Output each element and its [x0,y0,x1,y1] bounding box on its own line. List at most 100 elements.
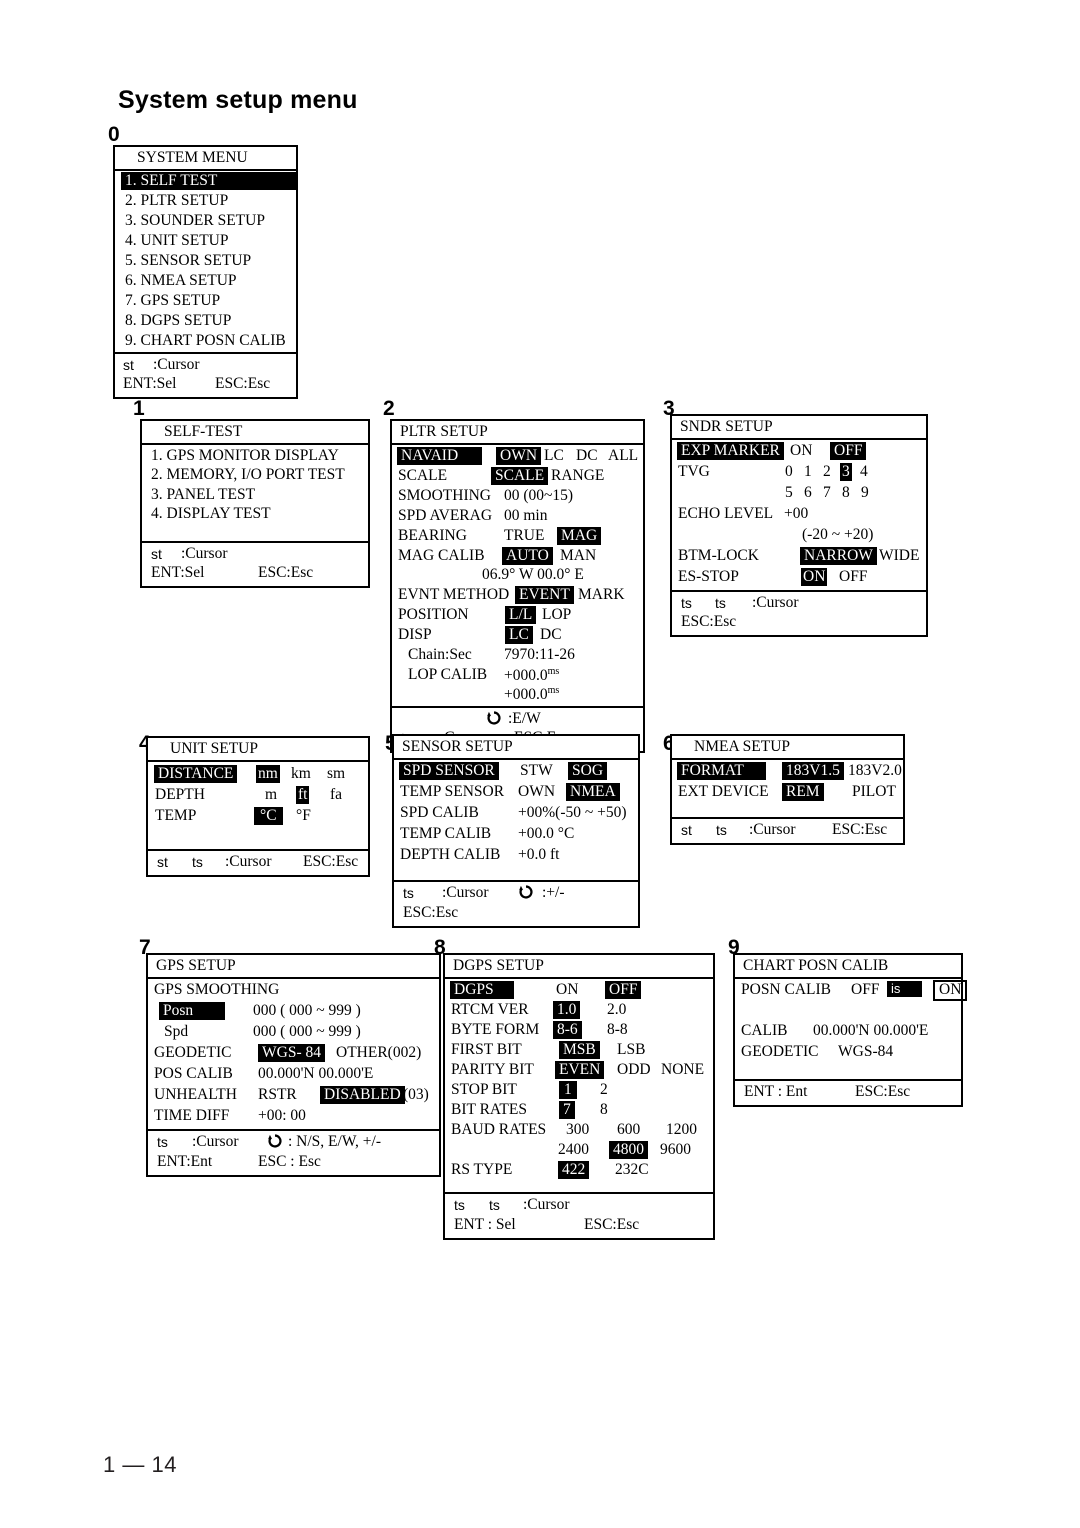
baud-rates-option-1200[interactable]: 1200 [666,1121,697,1138]
unhealth-option-disabled[interactable]: DISABLED [320,1085,405,1104]
row-tvg[interactable]: TVG 0 1 2 3 4 [672,462,926,483]
stop-bit-option-2[interactable]: 2 [600,1081,608,1098]
self-test-item-memory-io[interactable]: 2. MEMORY, I/O PORT TEST [142,466,368,486]
distance-option-sm[interactable]: sm [327,765,345,782]
row-echo-level[interactable]: ECHO LEVEL +00 [672,504,926,525]
disp-option-lc[interactable]: LC [505,625,533,644]
temp-sensor-option-nmea[interactable]: NMEA [566,782,620,801]
row-lop-calib[interactable]: LOP CALIB +000.0ms [392,665,643,685]
tvg-option-9[interactable]: 9 [861,484,869,501]
btm-lock-option-narrow[interactable]: NARROW [800,546,877,565]
row-baud-rates[interactable]: BAUD RATES 300 600 1200 [445,1120,713,1140]
mag-calib-option-auto[interactable]: AUTO [502,546,553,565]
tvg-option-0[interactable]: 0 [785,463,793,480]
baud-rates-option-300[interactable]: 300 [566,1121,589,1138]
ext-device-option-pilot[interactable]: PILOT [852,783,896,800]
tvg-option-7[interactable]: 7 [823,484,831,501]
navaid-option-own[interactable]: OWN [496,446,542,465]
row-rs-type[interactable]: RS TYPE 422 232C [445,1160,713,1180]
row-temp-sensor[interactable]: TEMP SENSOR OWN NMEA [394,782,638,803]
parity-bit-option-none[interactable]: NONE [661,1061,704,1078]
row-depth-calib[interactable]: DEPTH CALIB +0.0 ft [394,845,638,866]
position-option-ll[interactable]: L/L [505,605,537,624]
menu-item-dgps-setup[interactable]: 8. DGPS SETUP [115,311,296,331]
row-unhealth[interactable]: UNHEALTH RSTR DISABLED (03) [148,1085,439,1106]
format-option-183v20[interactable]: 183V2.0 [848,762,902,779]
spd-sensor-option-stw[interactable]: STW [520,762,553,779]
row-exp-marker[interactable]: EXP MARKER ON OFF [672,441,926,462]
first-bit-option-msb[interactable]: MSB [559,1040,600,1059]
posn-calib-option-off[interactable]: OFF [851,981,879,998]
row-time-diff[interactable]: TIME DIFF +00: 00 [148,1106,439,1127]
row-first-bit[interactable]: FIRST BIT MSB LSB [445,1040,713,1060]
disp-option-dc[interactable]: DC [540,626,562,643]
row-evnt-method[interactable]: EVNT METHOD EVENT MARK [392,585,643,605]
tvg-option-3[interactable]: 3 [840,462,852,481]
evnt-method-option-event[interactable]: EVENT [515,585,574,604]
row-posn-calib[interactable]: POSN CALIB OFF is ON [735,979,968,1003]
row-baud-rates-2[interactable]: 2400 4800 9600 [445,1140,713,1160]
first-bit-option-lsb[interactable]: LSB [617,1041,645,1058]
geodetic-option-wgs84[interactable]: WGS- 84 [258,1043,325,1062]
menu-item-self-test[interactable]: 1. SELF TEST [115,171,298,191]
row-rtcm-ver[interactable]: RTCM VER 1.0 2.0 [445,1000,713,1020]
exp-marker-option-on[interactable]: ON [790,442,812,459]
row-navaid[interactable]: NAVAID OWN LC DC ALL [392,446,643,466]
menu-item-unit-setup[interactable]: 4. UNIT SETUP [115,231,296,251]
row-dgps[interactable]: DGPS ON OFF [445,980,713,1000]
rtcm-ver-option-20[interactable]: 2.0 [607,1001,626,1018]
row-spd[interactable]: Spd 000 ( 000 ~ 999 ) [148,1022,439,1043]
row-position[interactable]: POSITION L/L LOP [392,605,643,625]
ext-device-option-rem[interactable]: REM [782,782,824,801]
tvg-option-8[interactable]: 8 [842,484,850,501]
row-temp-calib[interactable]: TEMP CALIB +00.0 °C [394,824,638,845]
rs-type-option-232c[interactable]: 232C [615,1161,649,1178]
row-disp[interactable]: DISP LC DC [392,625,643,645]
row-spd-sensor[interactable]: SPD SENSOR STW SOG [394,761,638,782]
scale-option-scale[interactable]: SCALE [491,466,549,485]
temp-option-fahrenheit[interactable]: °F [296,807,311,824]
row-temp[interactable]: TEMP °C °F [148,806,368,827]
unhealth-option-rstr[interactable]: RSTR [258,1086,297,1103]
depth-option-fa[interactable]: fa [330,786,342,803]
row-parity-bit[interactable]: PARITY BIT EVEN ODD NONE [445,1060,713,1080]
bit-rates-option-7[interactable]: 7 [559,1100,575,1119]
row-tvg-2[interactable]: 5 6 7 8 9 [672,483,926,504]
temp-option-celsius[interactable]: °C [254,806,283,825]
bit-rates-option-8[interactable]: 8 [600,1101,608,1118]
tvg-option-4[interactable]: 4 [860,463,868,480]
scale-option-range[interactable]: RANGE [551,467,604,484]
baud-rates-option-600[interactable]: 600 [617,1121,640,1138]
baud-rates-option-4800[interactable]: 4800 [609,1140,648,1159]
row-smoothing[interactable]: SMOOTHING 00 (00~15) [392,486,643,506]
row-depth[interactable]: DEPTH m ft fa [148,785,368,806]
row-spd-averag[interactable]: SPD AVERAG 00 min [392,506,643,526]
row-spd-calib[interactable]: SPD CALIB +00%(-50 ~ +50) [394,803,638,824]
row-mag-calib[interactable]: MAG CALIB AUTO MAN [392,546,643,566]
self-test-item-panel-test[interactable]: 3. PANEL TEST [142,486,368,506]
menu-item-gps-setup[interactable]: 7. GPS SETUP [115,291,296,311]
row-byte-form[interactable]: BYTE FORM 8-6 8-8 [445,1020,713,1040]
posn-calib-option-on[interactable]: ON [933,979,968,1001]
row-ext-device[interactable]: EXT DEVICE REM PILOT [672,782,903,803]
parity-bit-option-even[interactable]: EVEN [555,1060,605,1079]
row-calib[interactable]: CALIB 00.000'N 00.000'E [735,1021,961,1042]
geodetic-option-other[interactable]: OTHER(002) [336,1044,421,1061]
parity-bit-option-odd[interactable]: ODD [617,1061,651,1078]
stop-bit-option-1[interactable]: 1 [559,1080,577,1099]
tvg-option-5[interactable]: 5 [785,484,793,501]
es-stop-option-on[interactable]: ON [801,567,828,586]
row-bearing[interactable]: BEARING TRUE MAG [392,526,643,546]
bearing-option-true[interactable]: TRUE [504,527,544,544]
distance-option-km[interactable]: km [291,765,311,782]
dgps-option-on[interactable]: ON [556,981,578,998]
row-btm-lock[interactable]: BTM-LOCK NARROW WIDE [672,546,926,567]
evnt-method-option-mark[interactable]: MARK [578,586,625,603]
menu-item-nmea-setup[interactable]: 6. NMEA SETUP [115,271,296,291]
row-geodetic[interactable]: GEODETIC WGS- 84 OTHER(002) [148,1043,439,1064]
row-pos-calib[interactable]: POS CALIB 00.000'N 00.000'E [148,1064,439,1085]
rs-type-option-422[interactable]: 422 [558,1160,590,1179]
baud-rates-option-2400[interactable]: 2400 [558,1141,589,1158]
exp-marker-option-off[interactable]: OFF [830,441,867,460]
row-bit-rates[interactable]: BIT RATES 7 8 [445,1100,713,1120]
